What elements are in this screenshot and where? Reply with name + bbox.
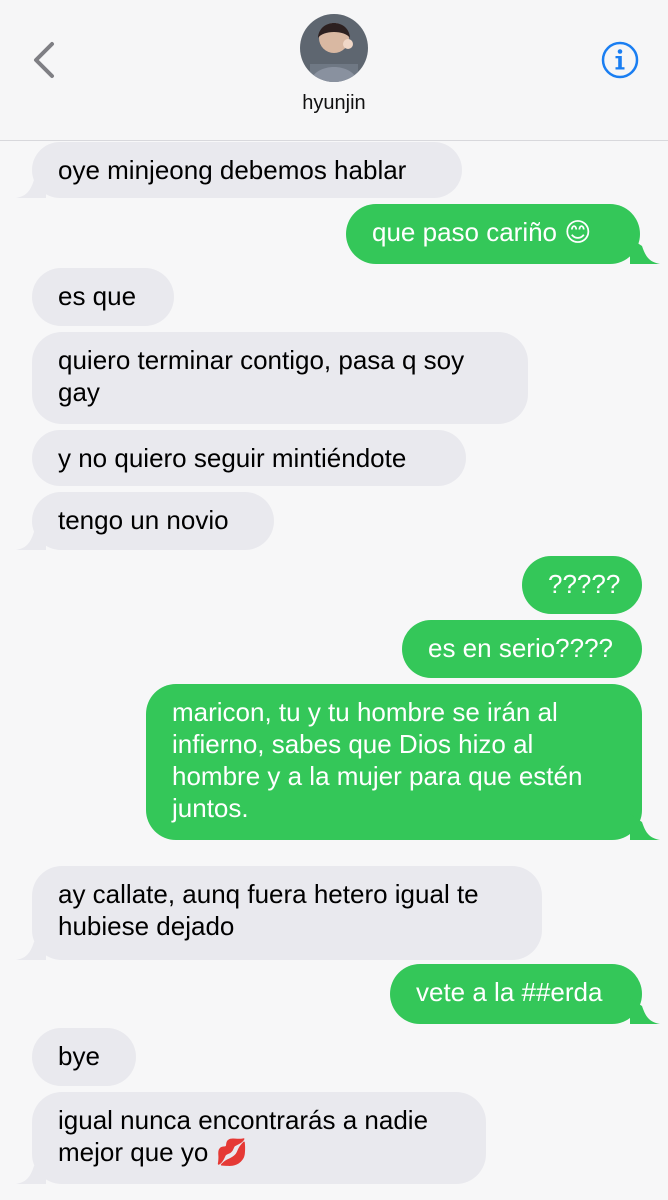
message-bubble-outgoing[interactable]: maricon, tu y tu hombre se irán al infie… [146, 684, 642, 840]
message-bubble-incoming[interactable]: quiero terminar contigo, pasa q soy gay [32, 332, 528, 424]
bubble-tail [16, 934, 46, 960]
bubble-tail [630, 238, 660, 264]
bubble-tail [16, 524, 46, 550]
message-bubble-incoming[interactable]: ay callate, aunq fuera hetero igual te h… [32, 866, 542, 960]
message-bubble-outgoing[interactable]: que paso cariño 😊 [346, 204, 640, 264]
message-bubble-outgoing[interactable]: vete a la ##erda [390, 964, 642, 1024]
message-bubble-incoming[interactable]: oye minjeong debemos hablar [32, 142, 462, 198]
message-bubble-incoming[interactable]: tengo un novio [32, 492, 274, 550]
bubble-tail [16, 172, 46, 198]
conversation-header: hyunjin [0, 0, 668, 141]
bubble-tail [16, 1158, 46, 1184]
info-icon [601, 41, 639, 79]
message-bubble-outgoing[interactable]: es en serio???? [402, 620, 642, 678]
message-bubble-incoming[interactable]: bye [32, 1028, 136, 1086]
message-bubble-incoming[interactable]: y no quiero seguir mintiéndote [32, 430, 466, 486]
message-bubble-incoming[interactable]: es que [32, 268, 174, 326]
contact-avatar[interactable] [300, 14, 368, 82]
contact-name[interactable]: hyunjin [0, 92, 668, 115]
bubble-tail [630, 814, 660, 840]
message-bubble-incoming[interactable]: igual nunca encontrarás a nadie mejor qu… [32, 1092, 486, 1184]
message-list: oye minjeong debemos hablar que paso car… [0, 140, 668, 1200]
info-button[interactable] [600, 40, 640, 80]
chevron-left-icon [34, 42, 54, 78]
bubble-tail [630, 998, 660, 1024]
message-bubble-outgoing[interactable]: ????? [522, 556, 642, 614]
back-button[interactable] [28, 36, 68, 84]
